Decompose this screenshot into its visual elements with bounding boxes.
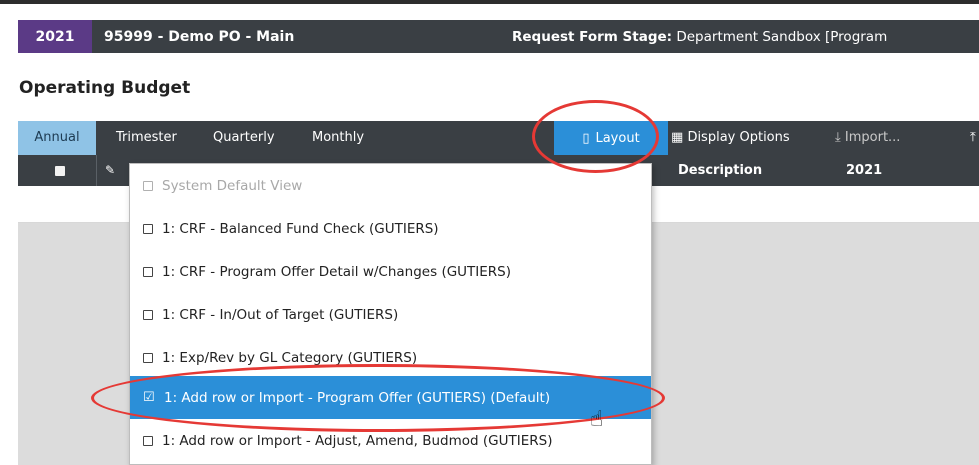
po-title: 95999 - Demo PO - Main	[104, 28, 295, 45]
layout-option-label: 1: CRF - Program Offer Detail w/Changes …	[162, 263, 512, 280]
layout-option-label: 1: Add row or Import - Adjust, Amend, Bu…	[162, 432, 553, 449]
hand-cursor-icon: ☝	[590, 407, 604, 432]
import-label: Import...	[844, 130, 901, 145]
layout-option-label: System Default View	[162, 177, 303, 194]
tab-bar: Annual Trimester Quarterly Monthly ▯ Lay…	[18, 121, 979, 155]
page-title: Operating Budget	[19, 78, 191, 98]
layout-option-program-offer-detail[interactable]: 1: CRF - Program Offer Detail w/Changes …	[130, 250, 651, 293]
request-form-stage: Request Form Stage: Department Sandbox […	[512, 29, 979, 45]
layout-dropdown-menu: System Default View 1: CRF - Balanced Fu…	[129, 163, 652, 465]
checked-checkbox-icon: ☑	[143, 390, 155, 405]
top-border	[0, 0, 979, 4]
paperclip-icon: ✎	[105, 163, 116, 177]
header-bar: 2021 95999 - Demo PO - Main Request Form…	[18, 20, 979, 53]
checkbox-icon	[143, 352, 153, 363]
display-options-label: Display Options	[687, 130, 790, 145]
layout-option-exp-rev-gl-category[interactable]: 1: Exp/Rev by GL Category (GUTIERS)	[130, 336, 651, 379]
tab-annual[interactable]: Annual	[18, 121, 96, 155]
checkbox-icon	[143, 309, 153, 320]
layout-option-label: 1: Add row or Import - Program Offer (GU…	[164, 389, 551, 406]
stage-value: Department Sandbox [Program	[676, 28, 888, 45]
select-all-checkbox[interactable]	[55, 166, 65, 176]
layout-button[interactable]: ▯ Layout	[554, 121, 668, 155]
tab-quarterly[interactable]: Quarterly	[213, 121, 275, 155]
layout-icon: ▯	[582, 130, 590, 146]
tab-monthly[interactable]: Monthly	[312, 121, 364, 155]
layout-label: Layout	[595, 130, 640, 146]
column-header-year[interactable]: 2021	[846, 155, 882, 186]
layout-option-label: 1: Exp/Rev by GL Category (GUTIERS)	[162, 349, 418, 366]
checkbox-icon	[143, 223, 153, 234]
import-button[interactable]: ⤓ Import...	[835, 121, 900, 155]
checkbox-icon	[143, 180, 153, 191]
layout-option-label: 1: CRF - Balanced Fund Check (GUTIERS)	[162, 220, 439, 237]
layout-option-system-default[interactable]: System Default View	[130, 164, 651, 207]
display-options-button[interactable]: ▦ Display Options	[671, 121, 790, 155]
upload-icon[interactable]: ⤒	[970, 121, 976, 155]
checkbox-icon	[143, 266, 153, 277]
checkbox-icon	[143, 435, 153, 446]
layout-option-in-out-of-target[interactable]: 1: CRF - In/Out of Target (GUTIERS)	[130, 293, 651, 336]
layout-option-add-row-adjust-amend[interactable]: 1: Add row or Import - Adjust, Amend, Bu…	[130, 419, 651, 462]
column-header-description[interactable]: Description	[678, 155, 762, 186]
layout-option-label: 1: CRF - In/Out of Target (GUTIERS)	[162, 306, 399, 323]
column-divider	[96, 155, 97, 186]
tab-trimester[interactable]: Trimester	[116, 121, 177, 155]
import-icon: ⤓	[835, 130, 841, 145]
stage-label: Request Form Stage:	[512, 28, 673, 45]
layout-option-balanced-fund-check[interactable]: 1: CRF - Balanced Fund Check (GUTIERS)	[130, 207, 651, 250]
layout-option-add-row-program-offer[interactable]: ☑ 1: Add row or Import - Program Offer (…	[130, 376, 651, 419]
year-badge: 2021	[18, 20, 92, 53]
grid-icon: ▦	[671, 130, 684, 145]
